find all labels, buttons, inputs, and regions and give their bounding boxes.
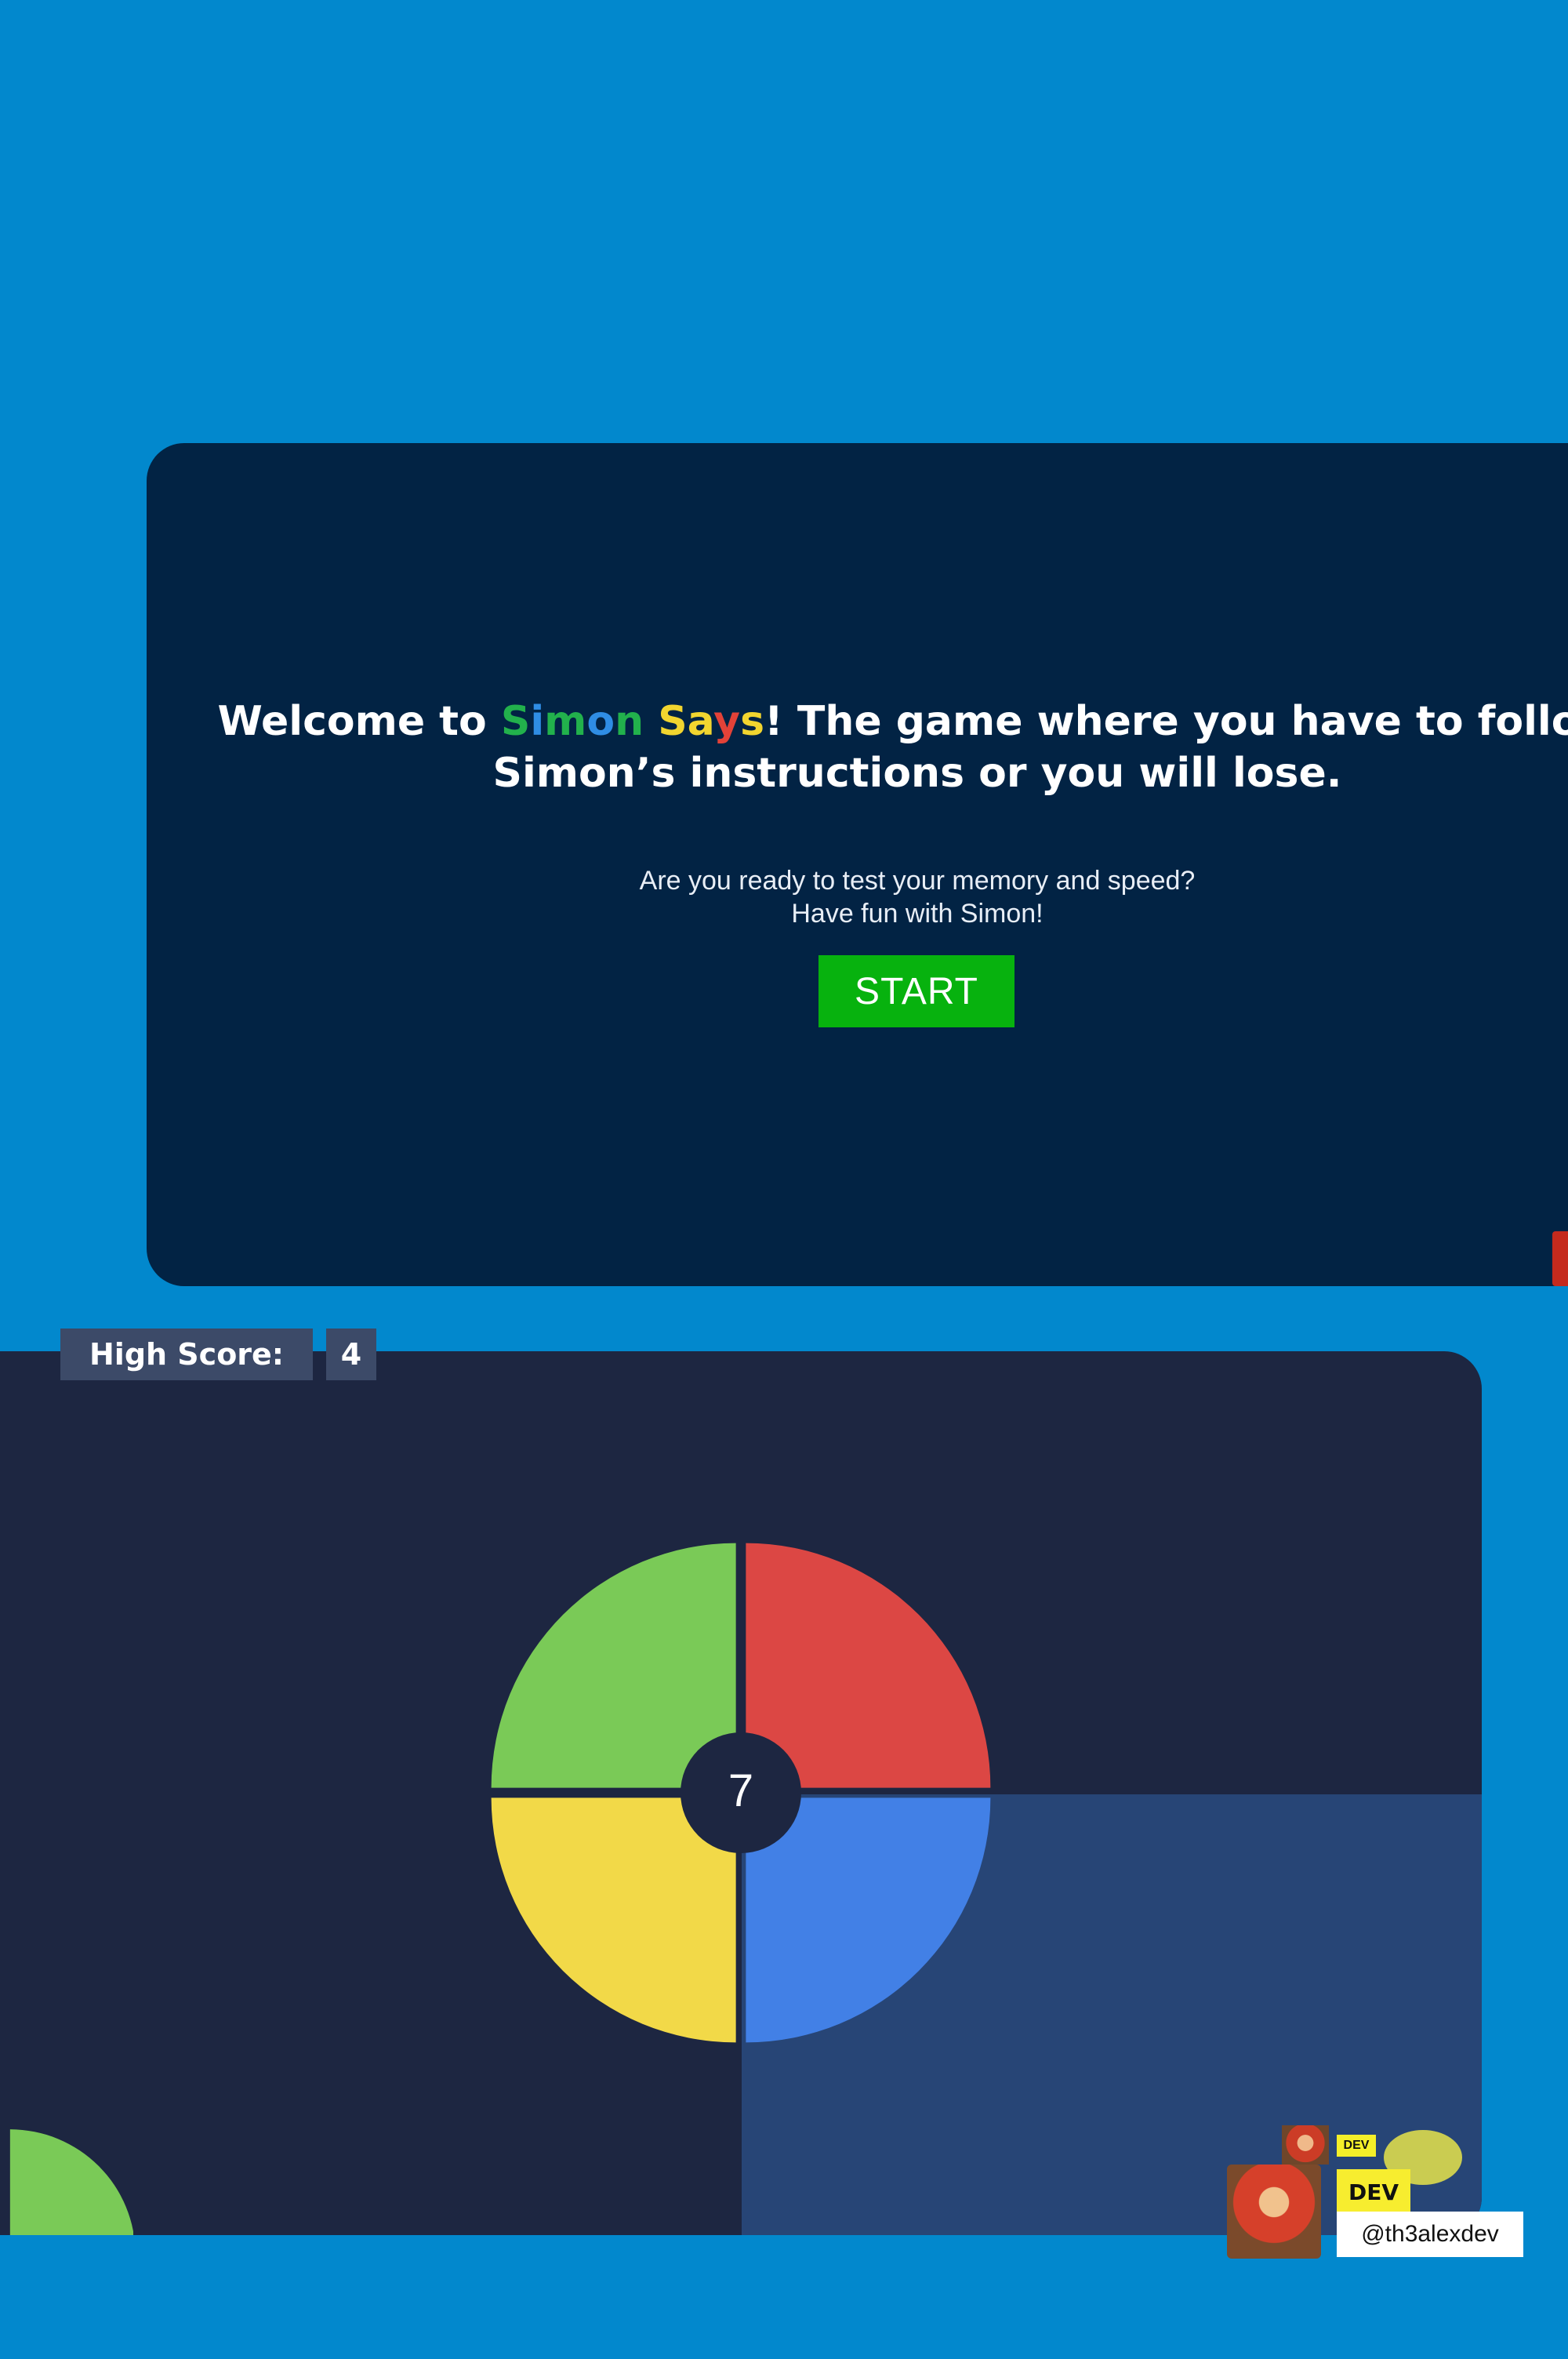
high-score: High Score: 4 [60, 1329, 376, 1380]
subtext-line-2: Have fun with Simon! [791, 899, 1044, 929]
brand-letter: y [713, 698, 741, 745]
brand-letter: o [586, 698, 615, 745]
round-counter: 7 [728, 1765, 754, 1816]
game-card: 7 [0, 1351, 1482, 2235]
mini-green-pad [9, 2129, 133, 2235]
subtext-line-1: Are you ready to test your memory and sp… [639, 866, 1196, 896]
dev-badge: DEV [1337, 2169, 1410, 2215]
brand-letter: s [740, 698, 765, 745]
avatar [1227, 2165, 1321, 2259]
brand-name: Simon Says [501, 698, 764, 745]
brand-letter: S [658, 698, 688, 745]
brand-letter: i [530, 698, 545, 745]
dev-small-badge: DEV [1337, 2135, 1376, 2157]
welcome-card: Welcome to Simon Says! The game where yo… [147, 443, 1568, 1286]
brand-letter: n [615, 698, 644, 745]
small-avatar [1282, 2125, 1329, 2165]
brand-letter: a [687, 698, 714, 745]
title-suffix: ! The game where you have to follow [764, 698, 1568, 745]
title-line-2: Simon’s instructions or you will lose. [492, 750, 1342, 797]
brand-letter: S [500, 698, 531, 745]
avatar-sticker-icon [1552, 1231, 1568, 1286]
welcome-title: Welcome to Simon Says! The game where yo… [147, 696, 1568, 799]
author-handle[interactable]: @th3alexdev [1337, 2212, 1523, 2257]
title-prefix: Welcome to [217, 698, 501, 745]
brand-letter: m [544, 698, 587, 745]
author-badge: DEV DEV @th3alexdev [1227, 2125, 1525, 2259]
high-score-value: 4 [326, 1329, 376, 1380]
welcome-subtext: Are you ready to test your memory and sp… [147, 864, 1568, 930]
start-button[interactable]: START [818, 955, 1014, 1027]
mini-simon-board-icon [9, 2129, 133, 2235]
high-score-label: High Score: [60, 1329, 313, 1380]
brand-letter [644, 698, 658, 745]
